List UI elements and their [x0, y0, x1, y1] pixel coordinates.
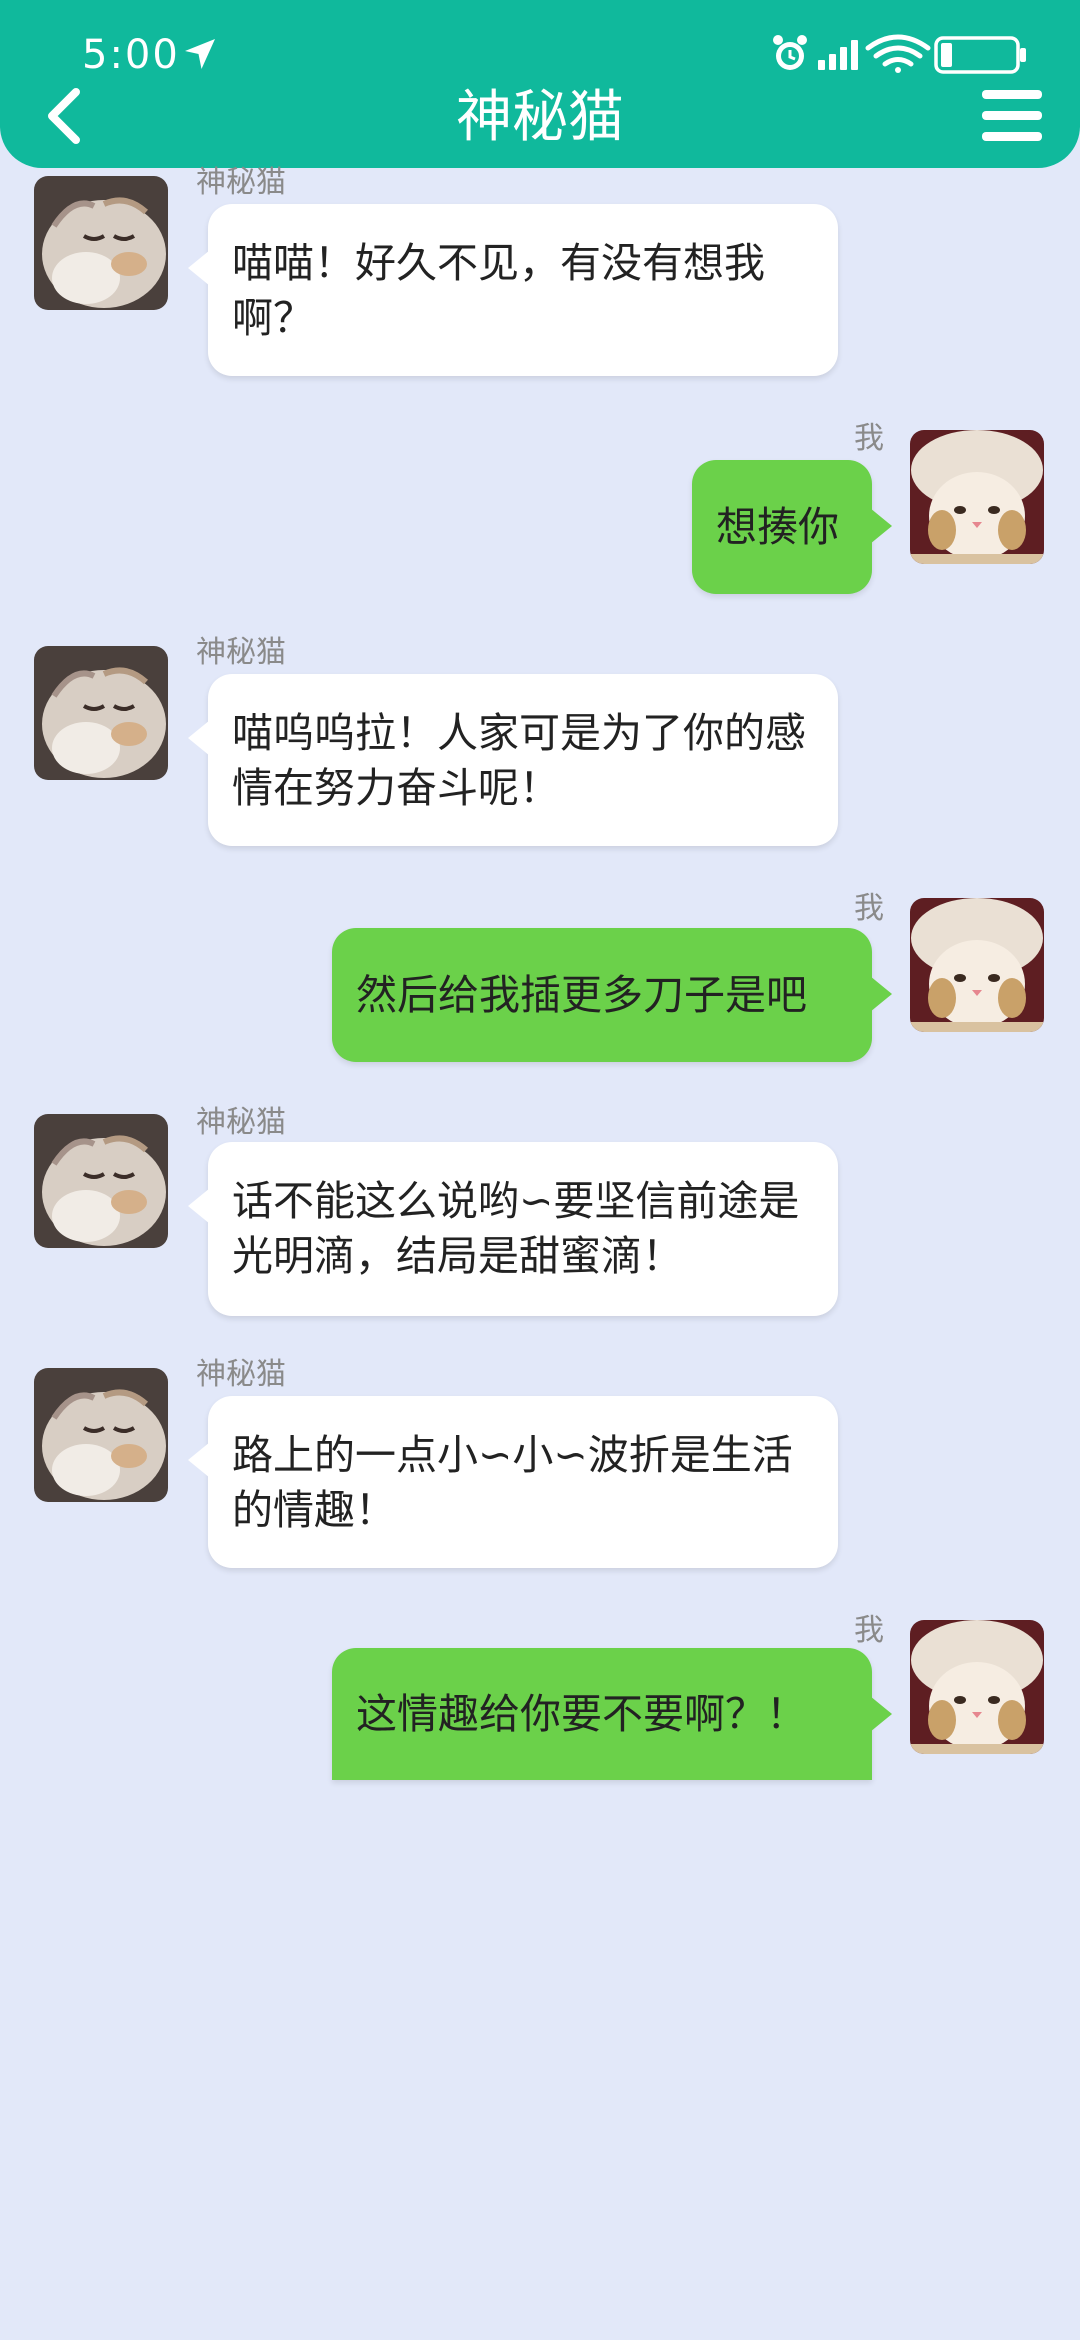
message-incoming: 神秘猫 路上的一点小∽小∽波折是生活的情趣！ [0, 1358, 1080, 1578]
cat-avatar-image [34, 646, 168, 780]
message-text: 这情趣给你要不要啊？！ [356, 1689, 807, 1738]
message-outgoing: 我 这情趣给你要不要啊？！ [0, 1614, 1080, 1794]
message-bubble[interactable]: 喵喵！好久不见，有没有想我啊？ [188, 204, 838, 376]
message-bubble[interactable]: 话不能这么说哟∽要坚信前途是光明滴，结局是甜蜜滴！ [188, 1142, 838, 1316]
message-text: 然后给我插更多刀子是吧 [356, 970, 807, 1019]
sender-name: 神秘猫 [196, 1357, 286, 1392]
message-bubble[interactable]: 想揍你 [692, 460, 892, 594]
cat-avatar-image [34, 176, 168, 310]
sender-name: 神秘猫 [196, 635, 286, 670]
message-text: 想揍你 [716, 502, 839, 551]
page-title: 神秘猫 [456, 85, 624, 150]
cat-avatar-image [34, 1114, 168, 1248]
my-avatar[interactable] [910, 898, 1044, 1032]
contact-avatar[interactable] [34, 1368, 168, 1502]
top-bar: 5:00 神秘猫 [0, 0, 1080, 168]
message-incoming: 神秘猫 话不能这么说哟∽要坚信前途是光明滴，结局是甜蜜滴！ [0, 1106, 1080, 1326]
message-text: 话不能这么说哟∽要坚信前途是光明滴，结局是甜蜜滴！ [232, 1177, 800, 1280]
message-text: 喵喵！好久不见，有没有想我啊？ [232, 239, 765, 342]
cat-avatar-image [34, 1368, 168, 1502]
sender-name: 神秘猫 [196, 1105, 286, 1140]
message-bubble[interactable]: 这情趣给你要不要啊？！ [332, 1648, 892, 1780]
sender-name: 我 [854, 421, 884, 456]
my-avatar[interactable] [910, 1620, 1044, 1754]
message-text: 路上的一点小∽小∽波折是生活的情趣！ [232, 1431, 793, 1534]
message-outgoing: 我 想揍你 [0, 422, 1080, 602]
contact-avatar[interactable] [34, 176, 168, 310]
message-text: 喵呜呜拉！人家可是为了你的感情在努力奋斗呢！ [232, 709, 806, 812]
message-incoming: 神秘猫 喵喵！好久不见，有没有想我啊？ [0, 166, 1080, 386]
battery-icon [934, 36, 1026, 74]
menu-button[interactable] [980, 86, 1046, 146]
message-bubble[interactable]: 路上的一点小∽小∽波折是生活的情趣！ [188, 1396, 838, 1568]
my-avatar[interactable] [910, 430, 1044, 564]
cat-avatar-image [910, 430, 1044, 564]
contact-avatar[interactable] [34, 646, 168, 780]
sender-name: 神秘猫 [196, 165, 286, 200]
message-incoming: 神秘猫 喵呜呜拉！人家可是为了你的感情在努力奋斗呢！ [0, 636, 1080, 856]
sender-name: 我 [854, 891, 884, 926]
location-arrow-icon [185, 39, 215, 69]
message-bubble[interactable]: 喵呜呜拉！人家可是为了你的感情在努力奋斗呢！ [188, 674, 838, 846]
sender-name: 我 [854, 1613, 884, 1648]
hamburger-menu-icon [982, 90, 1042, 141]
wifi-icon [865, 34, 931, 73]
cat-avatar-image [910, 898, 1044, 1032]
message-bubble[interactable]: 然后给我插更多刀子是吧 [332, 928, 892, 1062]
contact-avatar[interactable] [34, 1114, 168, 1248]
cat-avatar-image [910, 1620, 1044, 1754]
message-outgoing: 我 然后给我插更多刀子是吧 [0, 892, 1080, 1072]
status-icons [773, 34, 1026, 74]
alarm-clock-icon [773, 35, 807, 70]
signal-icon [818, 40, 858, 70]
